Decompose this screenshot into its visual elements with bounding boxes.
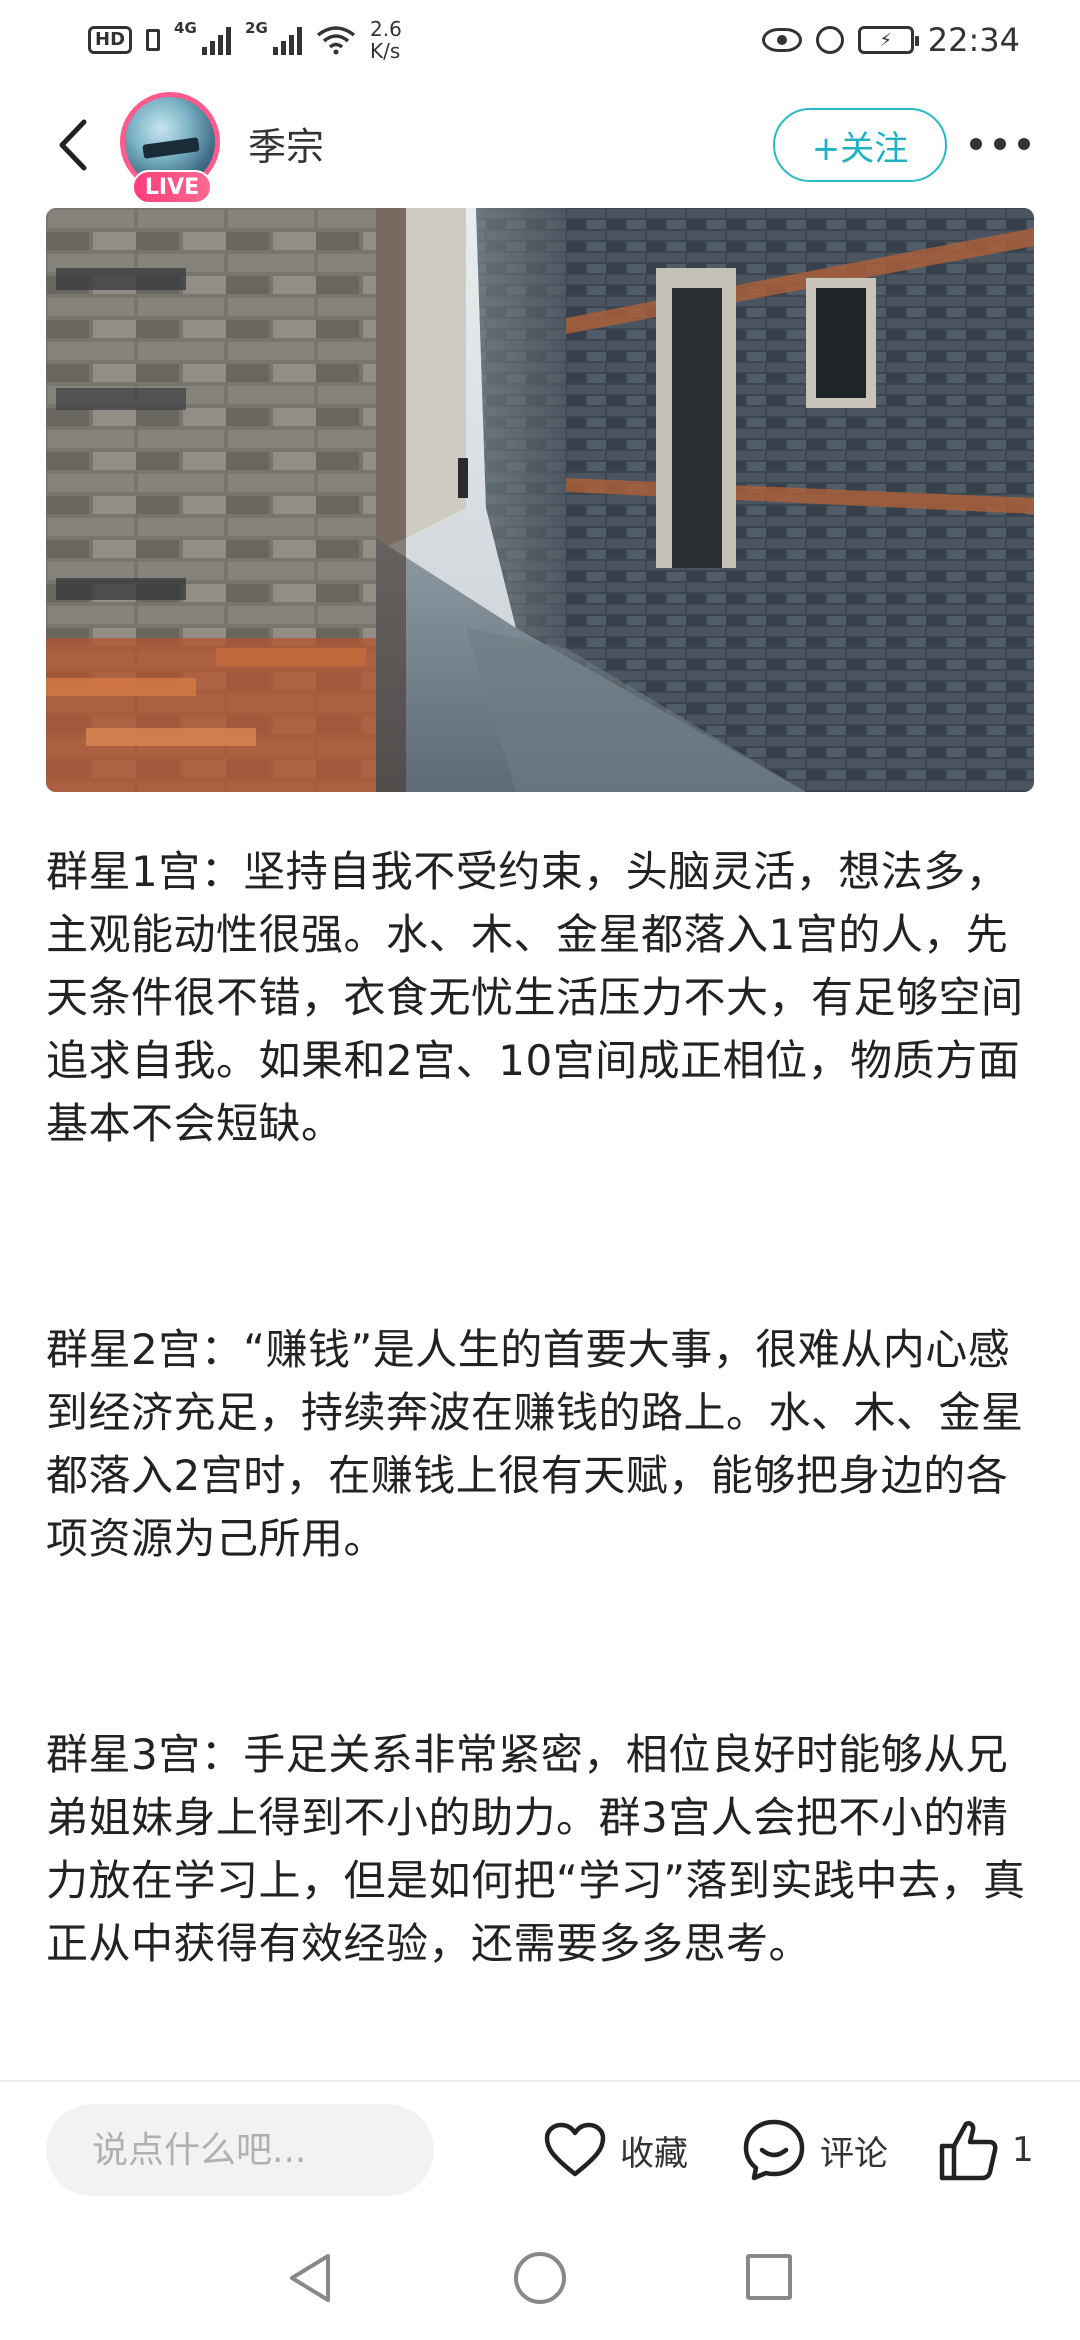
favorite-button[interactable]: 收藏 (544, 2112, 688, 2188)
battery-icon: ⚡ (857, 26, 919, 54)
bottom-bar-divider (0, 2080, 1080, 2082)
heart-icon (544, 2122, 606, 2177)
like-count: 1 (1012, 2130, 1034, 2170)
nav-recent-apps-icon[interactable] (746, 2254, 792, 2300)
article-paragraph: 群星3宫：手足关系非常紧密，相位良好时能够从兄弟姐妹身上得到不小的助力。群3宫人… (46, 1730, 1026, 1968)
follow-button[interactable]: +关注 (773, 108, 947, 182)
favorite-label: 收藏 (620, 2133, 688, 2174)
alley-photo (46, 208, 1034, 792)
network-type-sim2: 2G (245, 19, 268, 37)
signal-sim2-icon: 2G (245, 19, 303, 55)
network-type-sim1: 4G (174, 19, 197, 37)
sim-card-icon (146, 29, 161, 51)
comment-button[interactable]: 评论 (742, 2112, 888, 2188)
thumbs-up-icon (939, 2121, 998, 2181)
alarm-icon (815, 26, 844, 54)
more-dots-icon[interactable] (970, 134, 1030, 154)
nav-back-icon[interactable] (284, 2250, 334, 2306)
eye-icon (761, 28, 802, 52)
network-speed-unit: K/s (370, 39, 401, 63)
signal-sim1-icon: 4G (174, 19, 232, 55)
system-nav-bar (0, 2220, 1080, 2340)
wifi-icon (316, 26, 356, 55)
author-name[interactable]: 季宗 (248, 116, 324, 171)
post-image[interactable] (46, 208, 1034, 792)
status-right: ⚡ 22:34 (761, 21, 1020, 59)
author-avatar[interactable]: LIVE (120, 92, 224, 204)
hd-badge: HD (88, 26, 133, 54)
comment-input[interactable] (46, 2104, 434, 2196)
article-paragraph: 群星2宫：“赚钱”是人生的首要大事，很难从内心感到经济充足，持续奔波在赚钱的路上… (46, 1325, 1024, 1563)
status-bar: HD 4G 2G 2.6 K/s ⚡ 22:34 (0, 0, 1080, 80)
post-header: LIVE 季宗 +关注 (0, 90, 1080, 204)
network-speed-value: 2.6 (370, 17, 402, 41)
back-chevron-icon[interactable] (50, 112, 98, 178)
status-time: 22:34 (927, 21, 1020, 59)
comment-label: 评论 (820, 2133, 888, 2174)
speech-bubble-icon (743, 2119, 805, 2181)
like-button[interactable]: 1 (938, 2112, 1034, 2188)
network-speed: 2.6 K/s (370, 18, 402, 62)
status-left: HD 4G 2G 2.6 K/s (88, 18, 402, 62)
nav-home-icon[interactable] (514, 2252, 566, 2304)
article-paragraph: 群星1宫：坚持自我不受约束，头脑灵活，想法多，主观能动性很强。水、木、金星都落入… (46, 847, 1024, 1148)
live-badge: LIVE (132, 170, 212, 204)
